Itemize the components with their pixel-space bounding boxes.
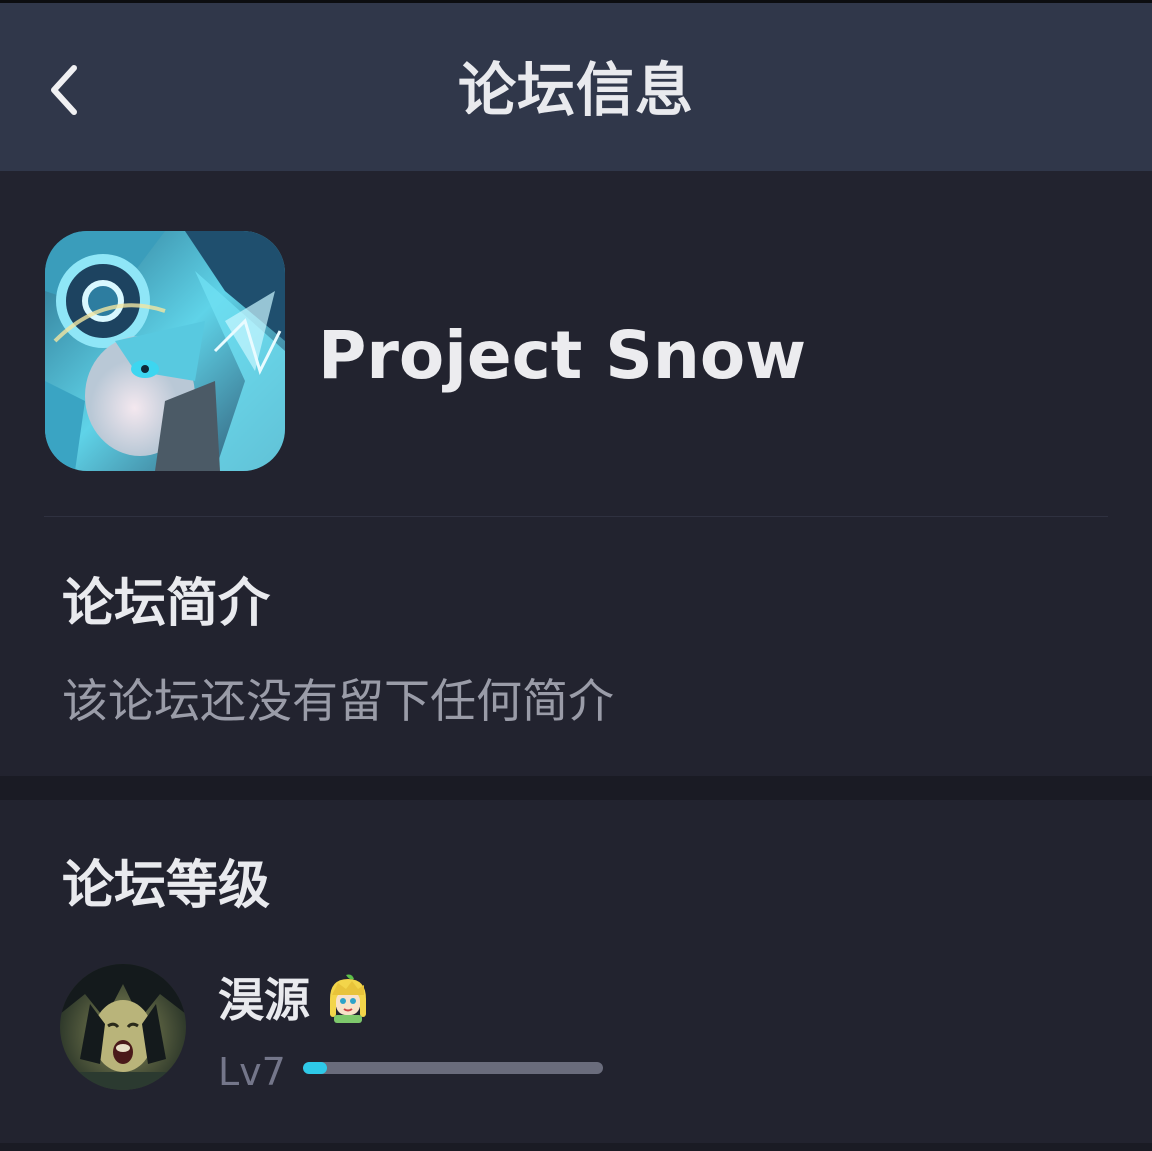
forum-info-card: Project Snow 论坛简介 该论坛还没有留下任何简介 (0, 171, 1152, 776)
level-progress-fill (303, 1062, 327, 1074)
emoji-badge-icon (322, 973, 374, 1025)
page-title: 论坛信息 (457, 56, 694, 124)
level-progress-bar (303, 1062, 603, 1074)
avatar[interactable] (60, 964, 186, 1090)
divider (44, 516, 1108, 517)
level-section-title: 论坛等级 (62, 856, 271, 916)
forum-level-card: 论坛等级 淏源 Lv7 (0, 800, 1152, 1143)
intro-section-title: 论坛简介 (62, 574, 271, 634)
username: 淏源 (218, 973, 310, 1027)
user-level: Lv7 (218, 1050, 286, 1094)
forum-logo (45, 231, 285, 471)
top-bar: 论坛信息 (0, 0, 1152, 171)
intro-text: 该论坛还没有留下任何简介 (62, 674, 614, 728)
forum-name: Project Snow (318, 317, 807, 394)
